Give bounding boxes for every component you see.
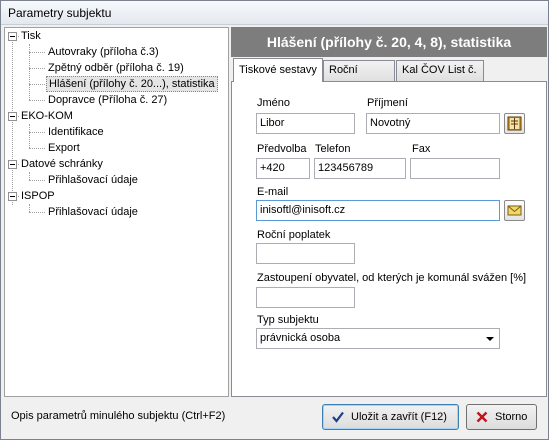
copy-previous-hint[interactable]: Opis parametrů minulého subjektu (Ctrl+F… [11,410,225,422]
check-icon [332,411,344,423]
tree-node-ispop[interactable]: ISPOP [21,188,55,204]
tree-node-dopravce[interactable]: Dopravce (Příloha č. 27) [48,92,167,108]
tree-node-zpetny-odber[interactable]: Zpětný odběr (příloha č. 19) [48,60,184,76]
zastoupeni-field[interactable] [256,287,355,308]
prijmeni-field[interactable]: Novotný [366,113,500,134]
save-button-label: Uložit a zavřít (F12) [351,411,447,423]
tab-tiskove-sestavy[interactable]: Tiskové sestavy [233,58,323,82]
email-field[interactable]: inisoftl@inisoft.cz [256,200,500,221]
predvolba-field[interactable]: +420 [256,158,310,179]
address-book-button[interactable] [504,113,525,134]
typ-subjektu-value: právnická osoba [260,332,341,344]
tree-node-tisk[interactable]: Tisk [21,28,41,44]
tree-node-hlaseni[interactable]: Hlášení (přílohy č. 20...), statistika [46,76,218,92]
fax-label: Fax [412,143,431,155]
detail-panel: Hlášení (přílohy č. 20, 4, 8), statistik… [231,27,547,397]
collapse-toggle-ispop[interactable] [8,192,17,201]
x-icon [476,411,488,423]
jmeno-label: Jméno [257,97,291,109]
tab-content: Jméno Libor Příjmení Novotný Předvolba +… [231,81,547,397]
cancel-button[interactable]: Storno [466,404,537,430]
tab-rocni-hlaseni[interactable]: Roční hlášení [323,60,395,95]
collapse-toggle-tisk[interactable] [8,32,17,41]
typ-subjektu-select[interactable]: právnická osoba [256,328,500,349]
prijmeni-label: Příjmení [367,97,408,109]
dialog-window: Parametry subjektu Tisk Autovraky (přílo… [0,0,549,440]
tab-kal-cov[interactable]: Kal ČOV List č. 3 [396,60,484,95]
telefon-field[interactable]: 123456789 [314,158,406,179]
rocni-poplatek-field[interactable] [256,243,355,264]
window-title: Parametry subjektu [1,1,548,25]
panel-header: Hlášení (přílohy č. 20, 4, 8), statistik… [231,27,547,57]
tree-node-autovraky[interactable]: Autovraky (příloha č.3) [48,44,159,60]
envelope-icon [507,205,522,216]
cancel-button-label: Storno [495,411,528,423]
collapse-toggle-datove-schranky[interactable] [8,160,17,169]
tree-node-datove-schranky[interactable]: Datové schránky [21,156,103,172]
address-book-icon [507,116,522,131]
tree-node-prihlasovaci-udaje-ds[interactable]: Přihlašovací údaje [48,172,138,188]
tree-node-prihlasovaci-udaje-ispop[interactable]: Přihlašovací údaje [48,204,138,220]
email-label: E-mail [257,186,289,198]
collapse-toggle-eko-kom[interactable] [8,112,17,121]
predvolba-label: Předvolba [257,143,307,155]
save-and-close-button[interactable]: Uložit a zavřít (F12) [322,404,459,430]
rocni-poplatek-label: Roční poplatek [257,229,331,241]
tree-node-eko-kom[interactable]: EKO-KOM [21,108,73,124]
typ-subjektu-label: Typ subjektu [257,314,319,326]
chevron-down-icon [486,337,494,341]
settings-tree[interactable]: Tisk Autovraky (příloha č.3) Zpětný odbě… [4,27,229,397]
tree-node-export[interactable]: Export [48,140,80,156]
tree-node-identifikace[interactable]: Identifikace [48,124,104,140]
telefon-label: Telefon [315,143,351,155]
jmeno-field[interactable]: Libor [256,113,355,134]
fax-field[interactable] [410,158,500,179]
zastoupeni-label: Zastoupení obyvatel, od kterých je komun… [257,272,527,284]
send-email-button[interactable] [504,200,525,221]
